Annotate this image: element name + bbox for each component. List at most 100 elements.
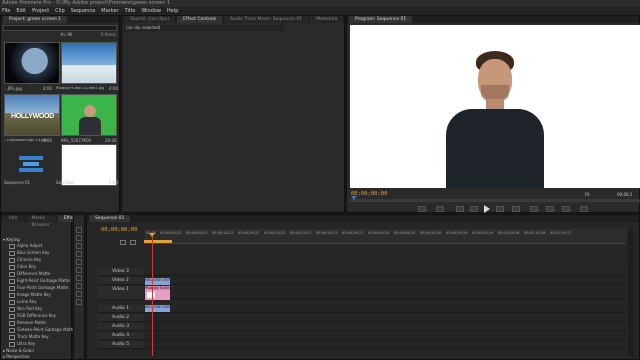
effect-item[interactable]: Color Key: [9, 264, 36, 270]
ripple-edit-tool-icon[interactable]: [76, 243, 82, 249]
tab-sequence[interactable]: Sequence 01: [89, 215, 131, 222]
effect-item[interactable]: Luma Key: [9, 299, 37, 305]
effect-item[interactable]: Track Matte Key: [9, 334, 49, 340]
menu-file[interactable]: File: [2, 7, 10, 15]
effect-item[interactable]: Difference Matte: [9, 271, 50, 277]
track-select-tool-icon[interactable]: [76, 235, 82, 241]
tab-project[interactable]: Project: green screen 1: [3, 16, 68, 23]
item-count: 6 Items: [101, 32, 117, 37]
track-lane-audio2[interactable]: [144, 314, 626, 322]
menu-sequence[interactable]: Sequence: [71, 7, 96, 15]
search-input[interactable]: [3, 25, 117, 31]
selection-tool-icon[interactable]: [76, 227, 82, 233]
track-lane-audio1[interactable]: [144, 305, 626, 313]
track-lane-video1[interactable]: [144, 286, 626, 300]
effect-item[interactable]: Eight-Point Garbage Matte: [9, 278, 70, 284]
menu-edit[interactable]: Edit: [16, 7, 26, 15]
effect-group-noise[interactable]: ▸ Noise & Grain: [3, 348, 34, 353]
effect-item[interactable]: Four-Point Garbage Matte: [9, 285, 68, 291]
effect-item[interactable]: Chroma Key: [9, 257, 41, 263]
step-back-icon[interactable]: [470, 206, 478, 212]
extract-button[interactable]: [546, 206, 554, 212]
track-header-audio3[interactable]: Audio 3: [98, 323, 144, 331]
settings-icon[interactable]: [580, 206, 588, 212]
go-to-in-button[interactable]: [456, 206, 464, 212]
tab-effect-controls[interactable]: Effect Controls: [177, 16, 223, 23]
effect-group-perspective[interactable]: ▸ Perspective: [3, 354, 29, 359]
timeline-timecode[interactable]: 00;00;00;00: [101, 227, 137, 233]
clip-duration: 4:00: [43, 138, 52, 143]
sequence-icon-bar: [19, 168, 43, 172]
search-scope-value[interactable]: All: [67, 32, 72, 37]
export-frame-icon[interactable]: [562, 206, 570, 212]
go-to-out-button[interactable]: [512, 206, 520, 212]
menu-help[interactable]: Help: [167, 7, 178, 15]
clip-thumbnail-hollywood[interactable]: HOLLYWOOD: [4, 94, 60, 136]
monitor-playhead-icon[interactable]: [351, 196, 357, 200]
rolling-edit-tool-icon[interactable]: [76, 251, 82, 257]
clip-name: Solid Bun: [56, 180, 75, 185]
track-lane-video3[interactable]: [144, 268, 626, 276]
clip-thumbnail-earth[interactable]: [4, 42, 60, 84]
menu-project[interactable]: Project: [32, 7, 49, 15]
track-lane-audio3[interactable]: [144, 323, 626, 331]
effect-group-keying[interactable]: ▾ Keying: [3, 237, 20, 242]
timeline-clip-v1[interactable]: Pixabay 9-dan: [145, 286, 170, 300]
work-area-bar[interactable]: [144, 240, 172, 243]
zoom-tool-icon[interactable]: [76, 299, 82, 305]
effect-icon: [9, 264, 15, 270]
zoom-select[interactable]: Fit: [585, 192, 590, 197]
tab-program[interactable]: Program: Sequence 01: [349, 16, 413, 23]
menu-marker[interactable]: Marker: [101, 7, 118, 15]
effect-icon: [9, 313, 15, 319]
track-header-audio2[interactable]: Audio 2: [98, 314, 144, 322]
tab-source[interactable]: Source: (no clips): [124, 16, 176, 23]
timeline-playhead[interactable]: [152, 234, 153, 356]
razor-tool-icon[interactable]: [76, 267, 82, 273]
add-marker-icon[interactable]: [130, 240, 136, 245]
effect-item[interactable]: Image Matte Key: [9, 292, 51, 298]
track-header-video1[interactable]: Video 1: [98, 286, 144, 300]
slip-tool-icon[interactable]: [76, 275, 82, 281]
effect-item[interactable]: Non Red Key: [9, 306, 42, 312]
effect-item[interactable]: Sixteen-Point Garbage Matte: [9, 327, 75, 333]
track-lane-audio4[interactable]: [144, 332, 626, 340]
track-header-audio1[interactable]: Audio 1: [98, 305, 144, 313]
menu-title[interactable]: Title: [125, 7, 136, 15]
lift-button[interactable]: [530, 206, 538, 212]
menu-window[interactable]: Window: [141, 7, 161, 15]
timeline-clip-v2[interactable]: IMG_5567.MOV: [145, 278, 170, 285]
play-icon[interactable]: [484, 205, 490, 213]
tab-metadata[interactable]: Metadata: [310, 16, 344, 23]
sequence-icon-bar: [19, 156, 43, 160]
track-header-video2[interactable]: Video 2: [98, 277, 144, 285]
ruler-tick: 00;00;44;20: [368, 231, 390, 235]
effect-item[interactable]: RGB Difference Key: [9, 313, 56, 319]
tab-info[interactable]: Info: [3, 215, 24, 222]
effect-item[interactable]: Remove Matte: [9, 320, 46, 326]
snap-icon[interactable]: [120, 240, 126, 245]
effect-item[interactable]: Ultra Key: [9, 341, 35, 347]
track-header-audio4[interactable]: Audio 4: [98, 332, 144, 340]
track-lane-audio5[interactable]: [144, 341, 626, 349]
mark-out-button[interactable]: [436, 206, 444, 212]
timeline-scrollbar[interactable]: [628, 229, 634, 356]
hand-tool-icon[interactable]: [76, 291, 82, 297]
playhead-handle-icon[interactable]: [149, 233, 155, 237]
rate-stretch-tool-icon[interactable]: [76, 259, 82, 265]
timeline-clip-a1[interactable]: IMG_5567.MOV: [145, 305, 170, 312]
tab-audio-mixer[interactable]: Audio Track Mixer: Sequence 01: [224, 16, 309, 23]
track-header-audio5[interactable]: Audio 5: [98, 341, 144, 349]
effect-item[interactable]: Alpha Adjust: [9, 243, 42, 249]
track-header-video3[interactable]: Video 3: [98, 268, 144, 276]
effect-item[interactable]: Blue Screen Key: [9, 250, 49, 256]
monitor-scrub-bar[interactable]: [350, 199, 640, 202]
clip-thumbnail-greenscreen[interactable]: [61, 94, 117, 136]
tab-media-browser[interactable]: Media Browser: [25, 215, 56, 228]
track-lane-video2[interactable]: [144, 277, 626, 285]
mark-in-button[interactable]: [418, 206, 426, 212]
pen-tool-icon[interactable]: [76, 283, 82, 289]
menu-clip[interactable]: Clip: [55, 7, 64, 15]
step-forward-icon[interactable]: [496, 206, 504, 212]
clip-thumbnail-sky[interactable]: [61, 42, 117, 84]
